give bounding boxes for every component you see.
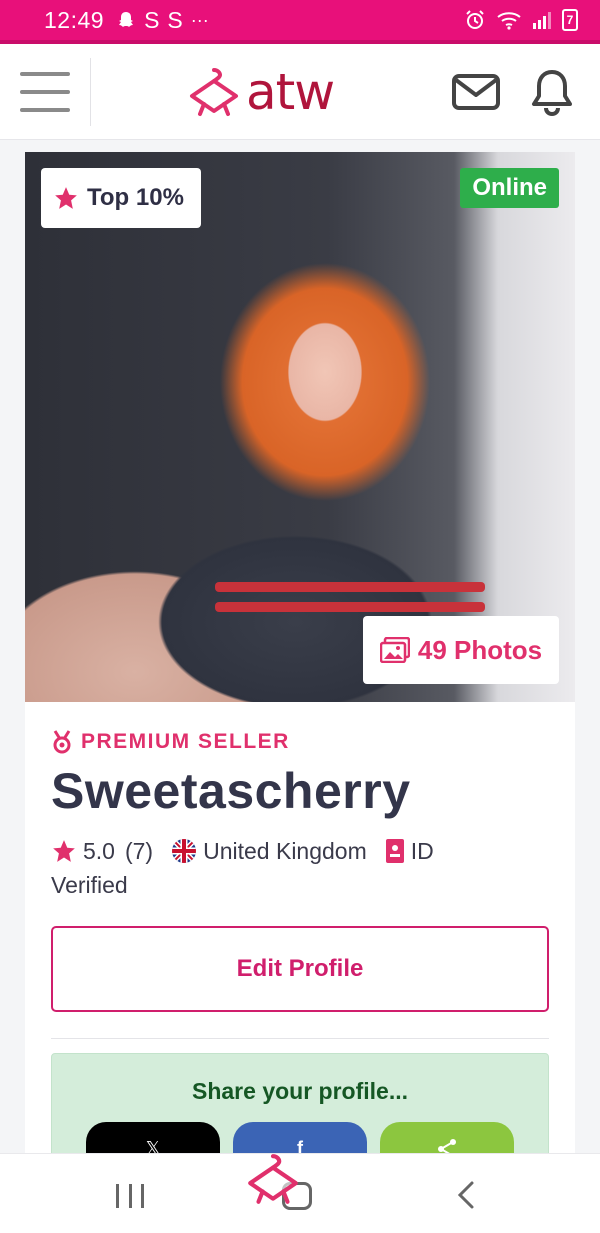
status-time: 12:49: [44, 6, 105, 33]
id-label: ID: [410, 837, 434, 864]
notification-icons: S S ···: [116, 7, 209, 34]
app-header: atw: [0, 44, 600, 140]
share-title: Share your profile...: [192, 1078, 408, 1104]
top-percent-text: Top 10%: [87, 184, 184, 211]
star-icon: [53, 840, 75, 862]
logo-text: atw: [246, 63, 335, 121]
profile-meta: 5.0 (7) United Kingdom ID Verified: [51, 832, 551, 902]
recent-apps-button[interactable]: [116, 1184, 144, 1208]
profile-name: Sweetascherry: [51, 763, 411, 819]
share-profile-box: Share your profile... 𝕏 f: [51, 1053, 549, 1162]
header-divider: [90, 58, 91, 126]
image-icon: [379, 637, 410, 663]
photo-detail: [215, 602, 485, 612]
rating-value: 5.0: [83, 837, 115, 864]
status-bar: 12:49 S S ··· 7: [0, 0, 600, 40]
notification-s-icon: S: [144, 6, 160, 33]
id-verified: ID: [385, 834, 434, 868]
premium-seller-label: PREMIUM SELLER: [51, 730, 290, 754]
signal-icon: [533, 12, 551, 29]
wifi-icon: [497, 12, 521, 30]
profile-photo[interactable]: Top 10% Online 49 Photos: [25, 152, 575, 702]
bell-icon[interactable]: [528, 68, 576, 116]
rating-count: (7): [124, 837, 154, 864]
mail-icon[interactable]: [452, 74, 500, 110]
photos-button[interactable]: 49 Photos: [363, 616, 559, 684]
medal-icon: [53, 730, 71, 754]
verified-label: Verified: [51, 871, 128, 898]
edit-profile-button[interactable]: Edit Profile: [51, 926, 549, 1012]
premium-seller-text: PREMIUM SELLER: [81, 730, 290, 753]
id-card-icon: [385, 838, 404, 863]
battery-icon: 7: [562, 9, 578, 31]
snapchat-icon: [119, 12, 134, 27]
photo-detail: [215, 582, 485, 592]
profile-card: Top 10% Online 49 Photos PREMIUM SELLER …: [25, 152, 575, 1162]
country: United Kingdom: [171, 834, 367, 868]
more-notifications-icon: ···: [190, 9, 209, 30]
uk-flag-icon: [172, 838, 197, 863]
rating: 5.0 (7): [51, 834, 153, 868]
online-badge: Online: [460, 168, 559, 208]
system-icons: 7: [464, 9, 578, 31]
notification-s-icon: S: [167, 6, 183, 33]
star-icon: [55, 187, 77, 209]
section-divider: [51, 1038, 549, 1039]
hamburger-menu-icon[interactable]: [20, 72, 70, 112]
hanger-logo-icon: [190, 68, 238, 116]
floating-hanger-logo-icon[interactable]: [244, 1150, 302, 1208]
back-button[interactable]: [454, 1180, 478, 1210]
atw-logo[interactable]: atw: [186, 63, 335, 121]
top-percent-badge: Top 10%: [41, 168, 201, 228]
photos-count: 49 Photos: [417, 634, 543, 665]
alarm-icon: [466, 10, 484, 29]
country-name: United Kingdom: [203, 837, 367, 864]
